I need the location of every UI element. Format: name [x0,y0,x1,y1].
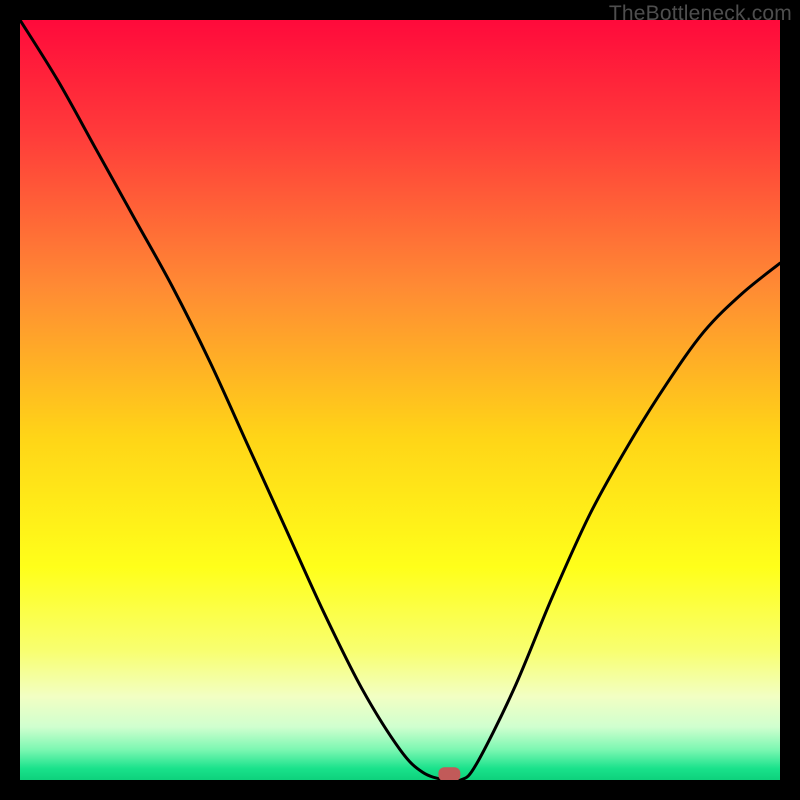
gradient-background [20,20,780,780]
chart-svg [20,20,780,780]
optimal-marker [438,767,460,780]
plot-area [20,20,780,780]
chart-frame: TheBottleneck.com [0,0,800,800]
